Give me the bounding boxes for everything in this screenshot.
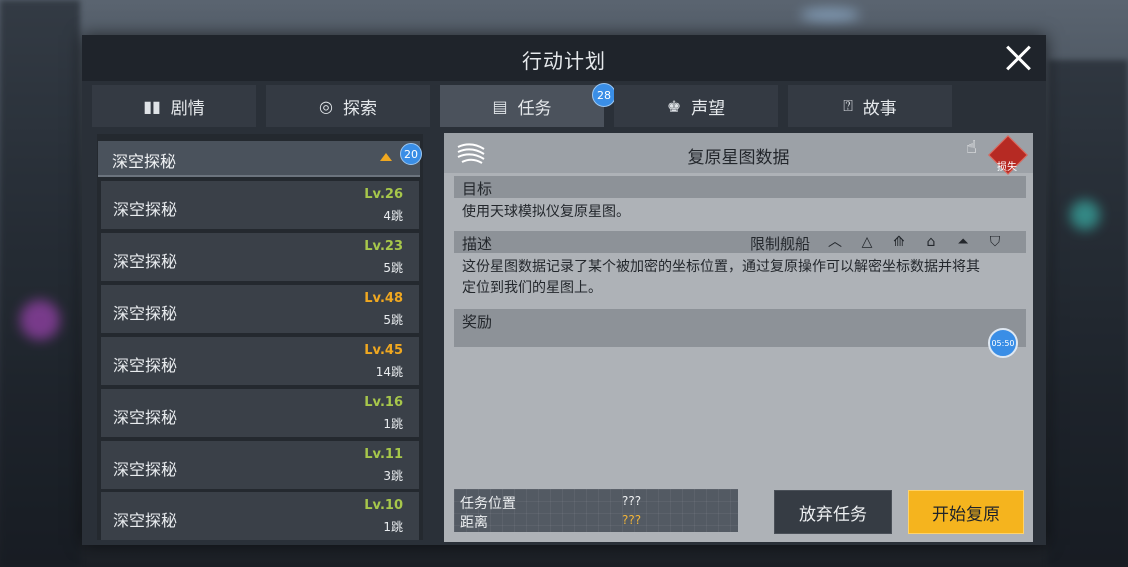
carrier-icon: ⛉ (989, 234, 1001, 250)
task-name: 深空探秘 (113, 408, 178, 427)
task-level: Lv.23 (364, 239, 403, 254)
category-count-badge: 20 (400, 143, 422, 165)
task-list-icon: ▤ (492, 96, 508, 116)
description-label: 描述 (462, 235, 493, 253)
reward-track (454, 331, 1026, 347)
task-jumps: 5跳 (383, 261, 403, 275)
task-jumps: 1跳 (383, 520, 403, 534)
objective-label: 目标 (462, 180, 493, 198)
tab-label: 探索 (342, 98, 377, 119)
tab-reputation[interactable]: ♚ 声望 (614, 85, 778, 127)
objective-text: 使用天球模拟仪复原星图。 (462, 204, 630, 220)
task-level: Lv.16 (364, 395, 403, 410)
book-icon: ▮▮ (143, 96, 161, 116)
objective-section-bar: 目标 (454, 176, 1026, 198)
story-icon: ⍰ (843, 96, 853, 115)
battlecruiser-icon: ⌂ (926, 234, 936, 250)
tab-bar: ▮▮ 剧情 ◎ 探索 ▤ 任务 28 ♚ 声望 ⍰ 故事 (92, 83, 1036, 127)
distance-label: 距离 (460, 515, 488, 531)
tab-explore[interactable]: ◎ 探索 (266, 85, 430, 127)
description-text: 这份星图数据记录了某个被加密的坐标位置，通过复原操作可以解密坐标数据并将其 定位… (462, 257, 1022, 299)
background-light (1070, 200, 1100, 230)
battleship-icon: ⏶ (957, 234, 969, 250)
list-item[interactable]: 深空探秘 Lv.23 5跳 (101, 233, 419, 281)
tab-label: 剧情 (170, 98, 205, 119)
reward-timer: 05:50 (988, 328, 1018, 358)
close-icon[interactable] (1004, 43, 1034, 73)
frigate-icon: ︿ (828, 234, 842, 250)
tab-label: 任务 (517, 98, 552, 119)
tab-tasks[interactable]: ▤ 任务 (440, 85, 604, 127)
description-line: 这份星图数据记录了某个被加密的坐标位置，通过复原操作可以解密坐标数据并将其 (462, 259, 980, 275)
description-section-bar: 描述 限制舰船 ︿ △ ⟰ ⌂ ⏶ ⛉ (454, 231, 1026, 253)
title-bar: 行动计划 (82, 35, 1046, 81)
task-level: Lv.26 (364, 187, 403, 202)
action-plan-window: 行动计划 ▮▮ 剧情 ◎ 探索 ▤ 任务 28 ♚ 声望 ⍰ 故事 深空探秘 2… (82, 35, 1046, 545)
task-jumps: 1跳 (383, 417, 403, 431)
task-name: 深空探秘 (113, 200, 178, 219)
window-title: 行动计划 (522, 49, 606, 73)
task-name: 深空探秘 (113, 460, 178, 479)
reward-section-bar: 奖励 (454, 309, 1026, 331)
ship-restriction-label: 限制舰船 (750, 235, 811, 253)
tab-story[interactable]: ▮▮ 剧情 (92, 85, 256, 127)
reputation-icon: ♚ (666, 96, 682, 116)
loss-warning-badge: 损失 (988, 135, 1028, 175)
task-name: 深空探秘 (113, 304, 178, 323)
pointer-cursor-icon: ☝ (966, 137, 977, 158)
tab-label: 声望 (691, 98, 726, 119)
location-value: ??? (622, 494, 642, 508)
description-line: 定位到我们的星图上。 (462, 280, 602, 296)
tab-stories[interactable]: ⍰ 故事 (788, 85, 952, 127)
background-light (20, 300, 60, 340)
abandon-task-button[interactable]: 放弃任务 (774, 490, 892, 534)
location-info-box: 任务位置 ??? 距离 ??? (454, 489, 738, 532)
background-building (0, 0, 80, 567)
background-light (800, 8, 860, 22)
task-name: 深空探秘 (113, 356, 178, 375)
task-category-header[interactable]: 深空探秘 20 (98, 141, 422, 177)
list-item[interactable]: 深空探秘 Lv.45 14跳 (101, 337, 419, 385)
list-item[interactable]: 深空探秘 Lv.10 1跳 (101, 492, 419, 540)
list-item[interactable]: 深空探秘 Lv.48 5跳 (101, 285, 419, 333)
cruiser-icon: ⟰ (893, 234, 905, 250)
collapse-arrow-icon[interactable] (380, 153, 392, 161)
distance-value: ??? (622, 513, 642, 527)
task-count-badge: 28 (592, 83, 616, 107)
list-item[interactable]: 深空探秘 Lv.11 3跳 (101, 441, 419, 489)
task-jumps: 5跳 (383, 313, 403, 327)
start-restore-button[interactable]: 开始复原 (908, 490, 1024, 534)
task-level: Lv.45 (364, 343, 403, 358)
task-name: 深空探秘 (113, 511, 178, 530)
task-list-panel: 深空探秘 20 深空探秘 Lv.26 4跳 深空探秘 Lv.23 5跳 深空探秘… (97, 134, 423, 540)
location-label: 任务位置 (460, 496, 516, 512)
background-building (1048, 60, 1128, 567)
task-jumps: 4跳 (383, 209, 403, 223)
reward-label: 奖励 (462, 313, 493, 331)
tab-label: 故事 (862, 98, 897, 119)
task-name: 深空探秘 (113, 252, 178, 271)
task-jumps: 3跳 (383, 469, 403, 483)
explore-icon: ◎ (319, 96, 333, 116)
list-item[interactable]: 深空探秘 Lv.26 4跳 (101, 181, 419, 229)
loss-label: 损失 (997, 162, 1017, 173)
category-label: 深空探秘 (112, 152, 177, 171)
task-jumps: 14跳 (375, 365, 403, 379)
list-item[interactable]: 深空探秘 Lv.16 1跳 (101, 389, 419, 437)
task-level: Lv.11 (364, 447, 403, 462)
destroyer-icon: △ (861, 234, 873, 250)
task-level: Lv.48 (364, 291, 403, 306)
detail-header: 复原星图数据 ☝ 损失 (444, 133, 1033, 175)
detail-title: 复原星图数据 (687, 148, 790, 168)
task-level: Lv.10 (364, 498, 403, 513)
task-detail-panel: 复原星图数据 ☝ 损失 目标 使用天球模拟仪复原星图。 描述 限制舰船 ︿ △ … (444, 133, 1033, 542)
